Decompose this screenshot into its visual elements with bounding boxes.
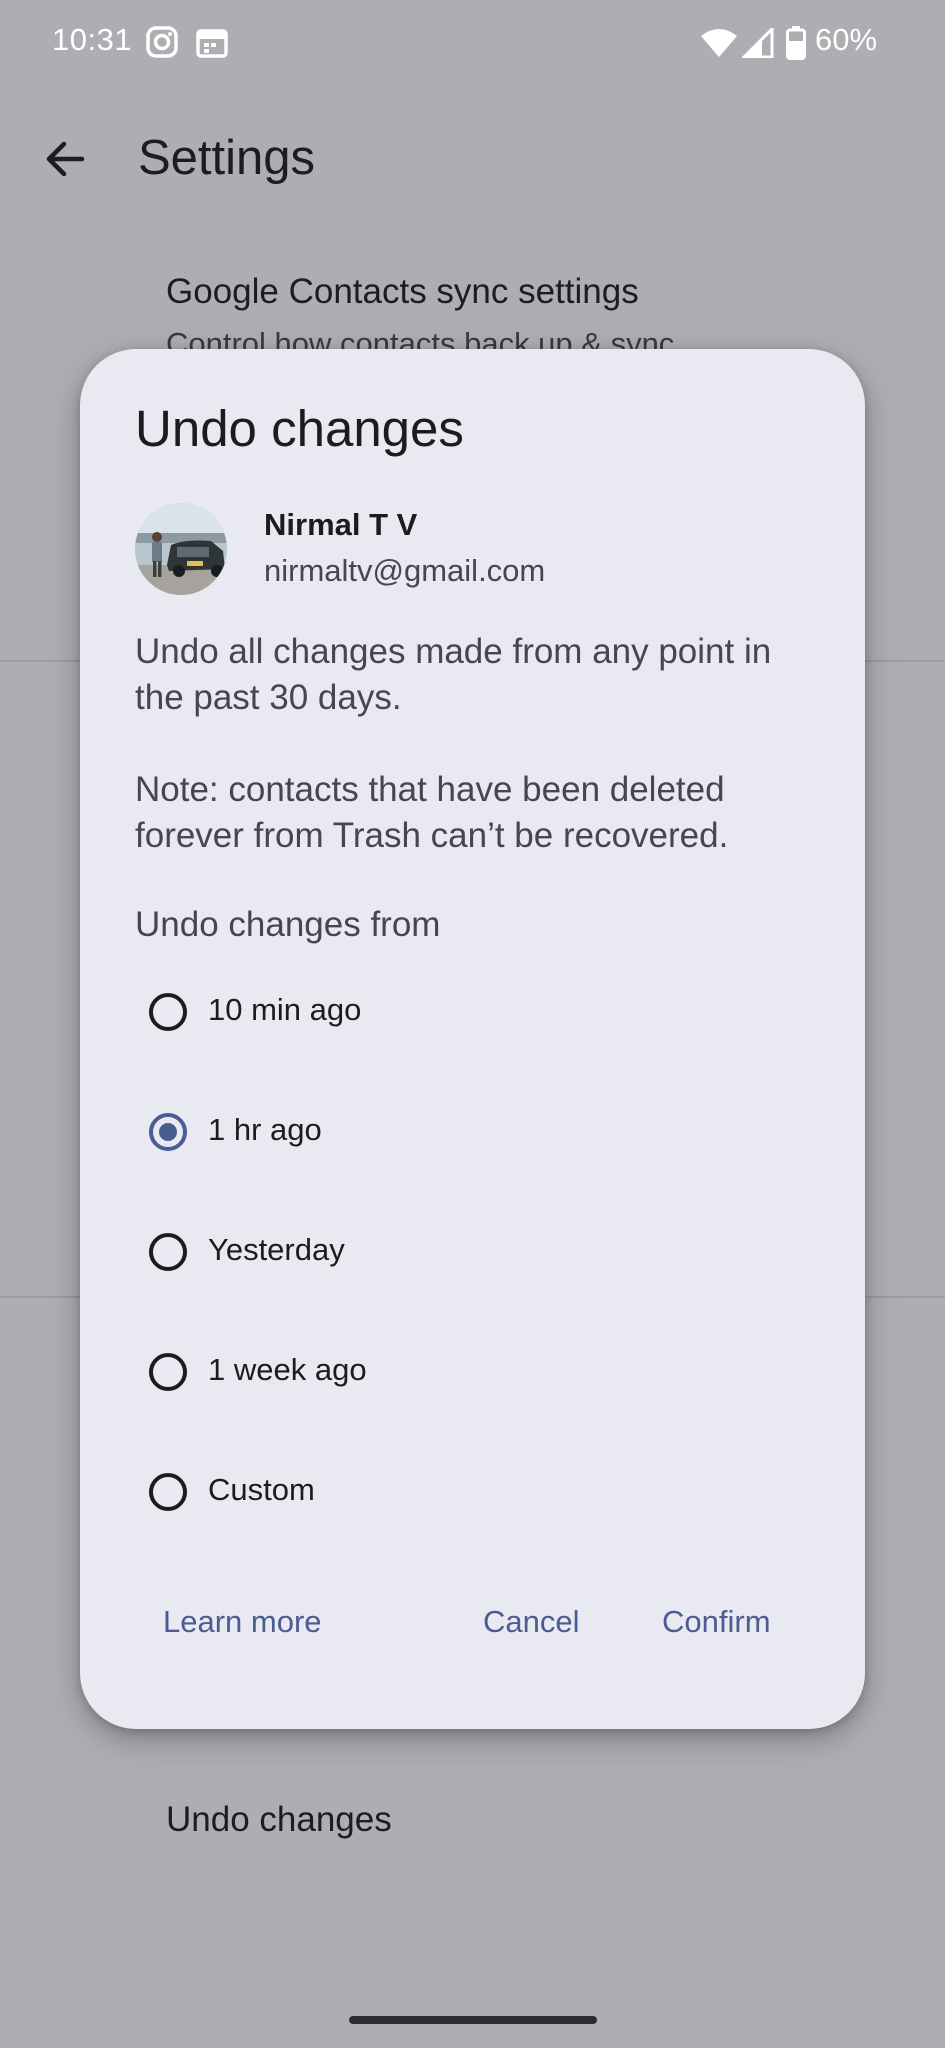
dialog-note: Note: contacts that have been deleted fo… (135, 770, 729, 855)
dialog-description: Undo all changes made from any point in … (135, 632, 772, 717)
learn-more-button[interactable]: Learn more (163, 1604, 322, 1640)
wifi-icon (700, 28, 738, 63)
page-title: Settings (138, 131, 316, 185)
app-bar: Settings (0, 110, 945, 210)
back-arrow-icon[interactable] (38, 132, 92, 191)
radio-option-custom[interactable]: Custom (135, 1446, 825, 1546)
battery-icon (786, 26, 806, 65)
radio-button[interactable] (149, 1473, 187, 1511)
confirm-button[interactable]: Confirm (662, 1604, 771, 1640)
radio-button[interactable] (149, 1233, 187, 1271)
account-email: nirmaltv@gmail.com (264, 553, 546, 588)
radio-option-1-week-ago[interactable]: 1 week ago (135, 1326, 825, 1426)
radio-option-label: 10 min ago (208, 992, 362, 1027)
status-time: 10:31 (52, 22, 133, 57)
undo-changes-dialog: Undo changes Nirmal T V nirmaltv@gmail.c… (80, 349, 865, 1729)
cellular-signal-icon (740, 25, 774, 63)
radio-button-selected[interactable] (149, 1113, 187, 1151)
radio-option-1-hr-ago[interactable]: 1 hr ago (135, 1086, 825, 1186)
status-bar: 10:31 60% (0, 0, 945, 86)
battery-percentage: 60% (815, 22, 878, 57)
undo-changes-item[interactable]: Undo changes (166, 1800, 392, 1840)
instagram-icon (146, 26, 178, 63)
account-name: Nirmal T V (264, 507, 418, 542)
radio-option-label: 1 week ago (208, 1352, 367, 1387)
undo-from-label: Undo changes from (135, 905, 441, 944)
radio-button[interactable] (149, 993, 187, 1031)
radio-option-yesterday[interactable]: Yesterday (135, 1206, 825, 1306)
gesture-navigation-handle[interactable] (349, 2016, 597, 2024)
account-avatar (135, 503, 227, 595)
radio-option-label: Yesterday (208, 1232, 345, 1267)
radio-button[interactable] (149, 1353, 187, 1391)
cancel-button[interactable]: Cancel (483, 1604, 580, 1640)
sync-settings-item-title[interactable]: Google Contacts sync settings (166, 272, 639, 312)
dialog-title: Undo changes (135, 400, 464, 457)
radio-option-10-min-ago[interactable]: 10 min ago (135, 966, 825, 1066)
radio-option-label: 1 hr ago (208, 1112, 322, 1147)
radio-option-label: Custom (208, 1472, 315, 1507)
calendar-icon (196, 26, 228, 63)
